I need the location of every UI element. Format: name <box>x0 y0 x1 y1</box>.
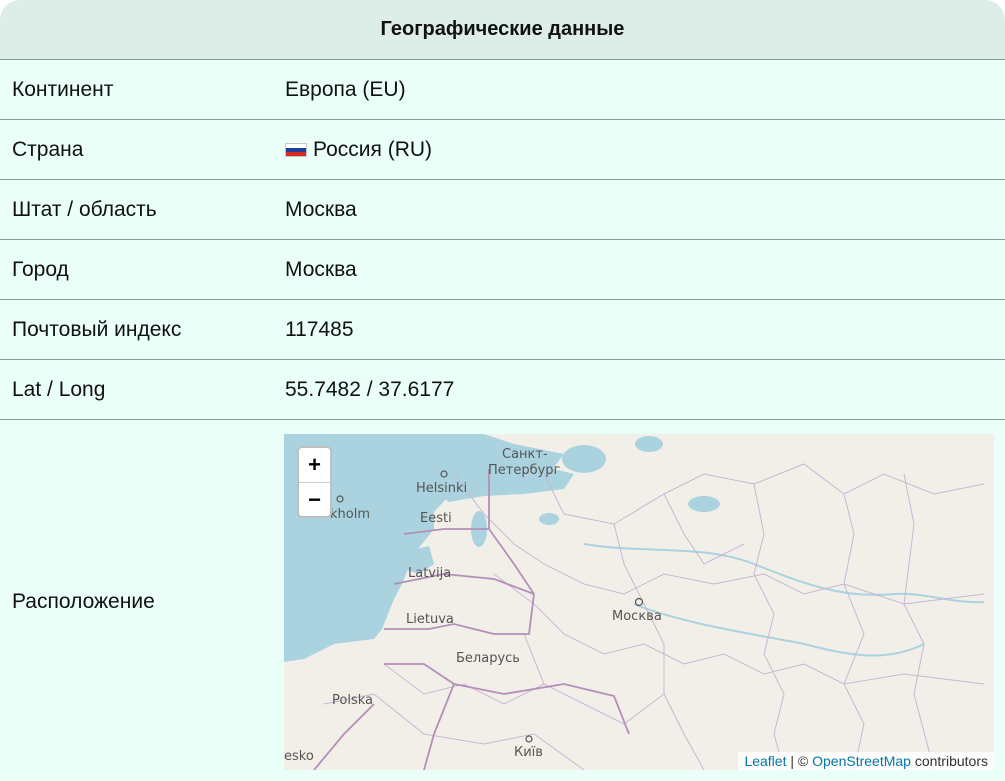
table-row-latlong: Lat / Long 55.7482 / 37.6177 <box>0 360 1005 420</box>
table-row-postal: Почтовый индекс 117485 <box>0 300 1005 360</box>
map-label-polska: Polska <box>332 693 373 708</box>
zoom-in-button[interactable]: + <box>299 448 330 483</box>
attribution-contributors: contributors <box>910 753 988 769</box>
map-label-cesko: esko <box>284 749 314 764</box>
table-header: Географические данные <box>0 0 1005 60</box>
row-label: Штат / область <box>12 197 157 221</box>
row-value: 55.7482 / 37.6177 <box>285 378 454 402</box>
city-value: Москва <box>285 257 357 281</box>
map-label-stockholm: kholm <box>330 507 370 522</box>
map-label-helsinki: Helsinki <box>416 481 467 496</box>
map-label-latvija: Latvija <box>408 566 451 581</box>
zoom-control: + − <box>297 446 332 518</box>
map-tiles[interactable]: Санкт- Петербург Helsinki kholm Eesti La… <box>284 434 994 770</box>
table-row-continent: Континент Европа (EU) <box>0 60 1005 120</box>
row-label: Почтовый индекс <box>12 317 182 341</box>
russia-flag-icon <box>285 142 307 157</box>
attribution-separator: | © <box>786 753 813 769</box>
table-row-country: Страна Россия (RU) <box>0 120 1005 180</box>
map-label-lietuva: Lietuva <box>406 612 454 627</box>
latlong-value: 55.7482 / 37.6177 <box>285 377 455 401</box>
row-value: 117485 <box>285 318 354 342</box>
row-value: Россия (RU) <box>285 138 432 162</box>
map-label-belarus: Беларусь <box>456 651 520 666</box>
map-label-moskva: Москва <box>612 609 662 624</box>
map-label-kyiv: Київ <box>514 745 543 760</box>
row-label: Город <box>12 257 69 281</box>
row-label: Расположение <box>12 590 155 613</box>
map-label-eesti: Eesti <box>420 511 452 526</box>
continent-value: Европа (EU) <box>285 77 406 101</box>
rybinsk-reservoir <box>688 496 720 512</box>
map-label-spb: Санкт- <box>502 447 548 462</box>
row-value: Москва <box>285 258 357 282</box>
table-row-city: Город Москва <box>0 240 1005 300</box>
row-label: Страна <box>12 137 84 161</box>
row-value: Европа (EU) <box>285 78 406 102</box>
lake-ilmen <box>539 513 559 525</box>
leaflet-link[interactable]: Leaflet <box>744 753 786 769</box>
table-row-location: Расположение Санкт- Петербург Helsinki k… <box>0 420 1005 779</box>
country-value: Россия (RU) <box>313 137 433 161</box>
row-label: Континент <box>12 77 114 101</box>
table-row-region: Штат / область Москва <box>0 180 1005 240</box>
row-value: Москва <box>285 198 357 222</box>
postal-value: 117485 <box>285 317 354 341</box>
row-label: Lat / Long <box>12 377 106 401</box>
region-value: Москва <box>285 197 357 221</box>
osm-link[interactable]: OpenStreetMap <box>812 753 911 769</box>
table-title: Географические данные <box>380 18 625 40</box>
lake-onega <box>635 436 663 452</box>
map-attribution: Leaflet | © OpenStreetMap contributors <box>738 752 994 770</box>
location-map[interactable]: Санкт- Петербург Helsinki kholm Eesti La… <box>284 434 994 770</box>
map-label-spb-2: Петербург <box>488 463 561 478</box>
geo-data-card: Географические данные Континент Европа (… <box>0 0 1005 781</box>
zoom-out-button[interactable]: − <box>299 483 330 516</box>
lake-ladoga <box>562 445 606 473</box>
